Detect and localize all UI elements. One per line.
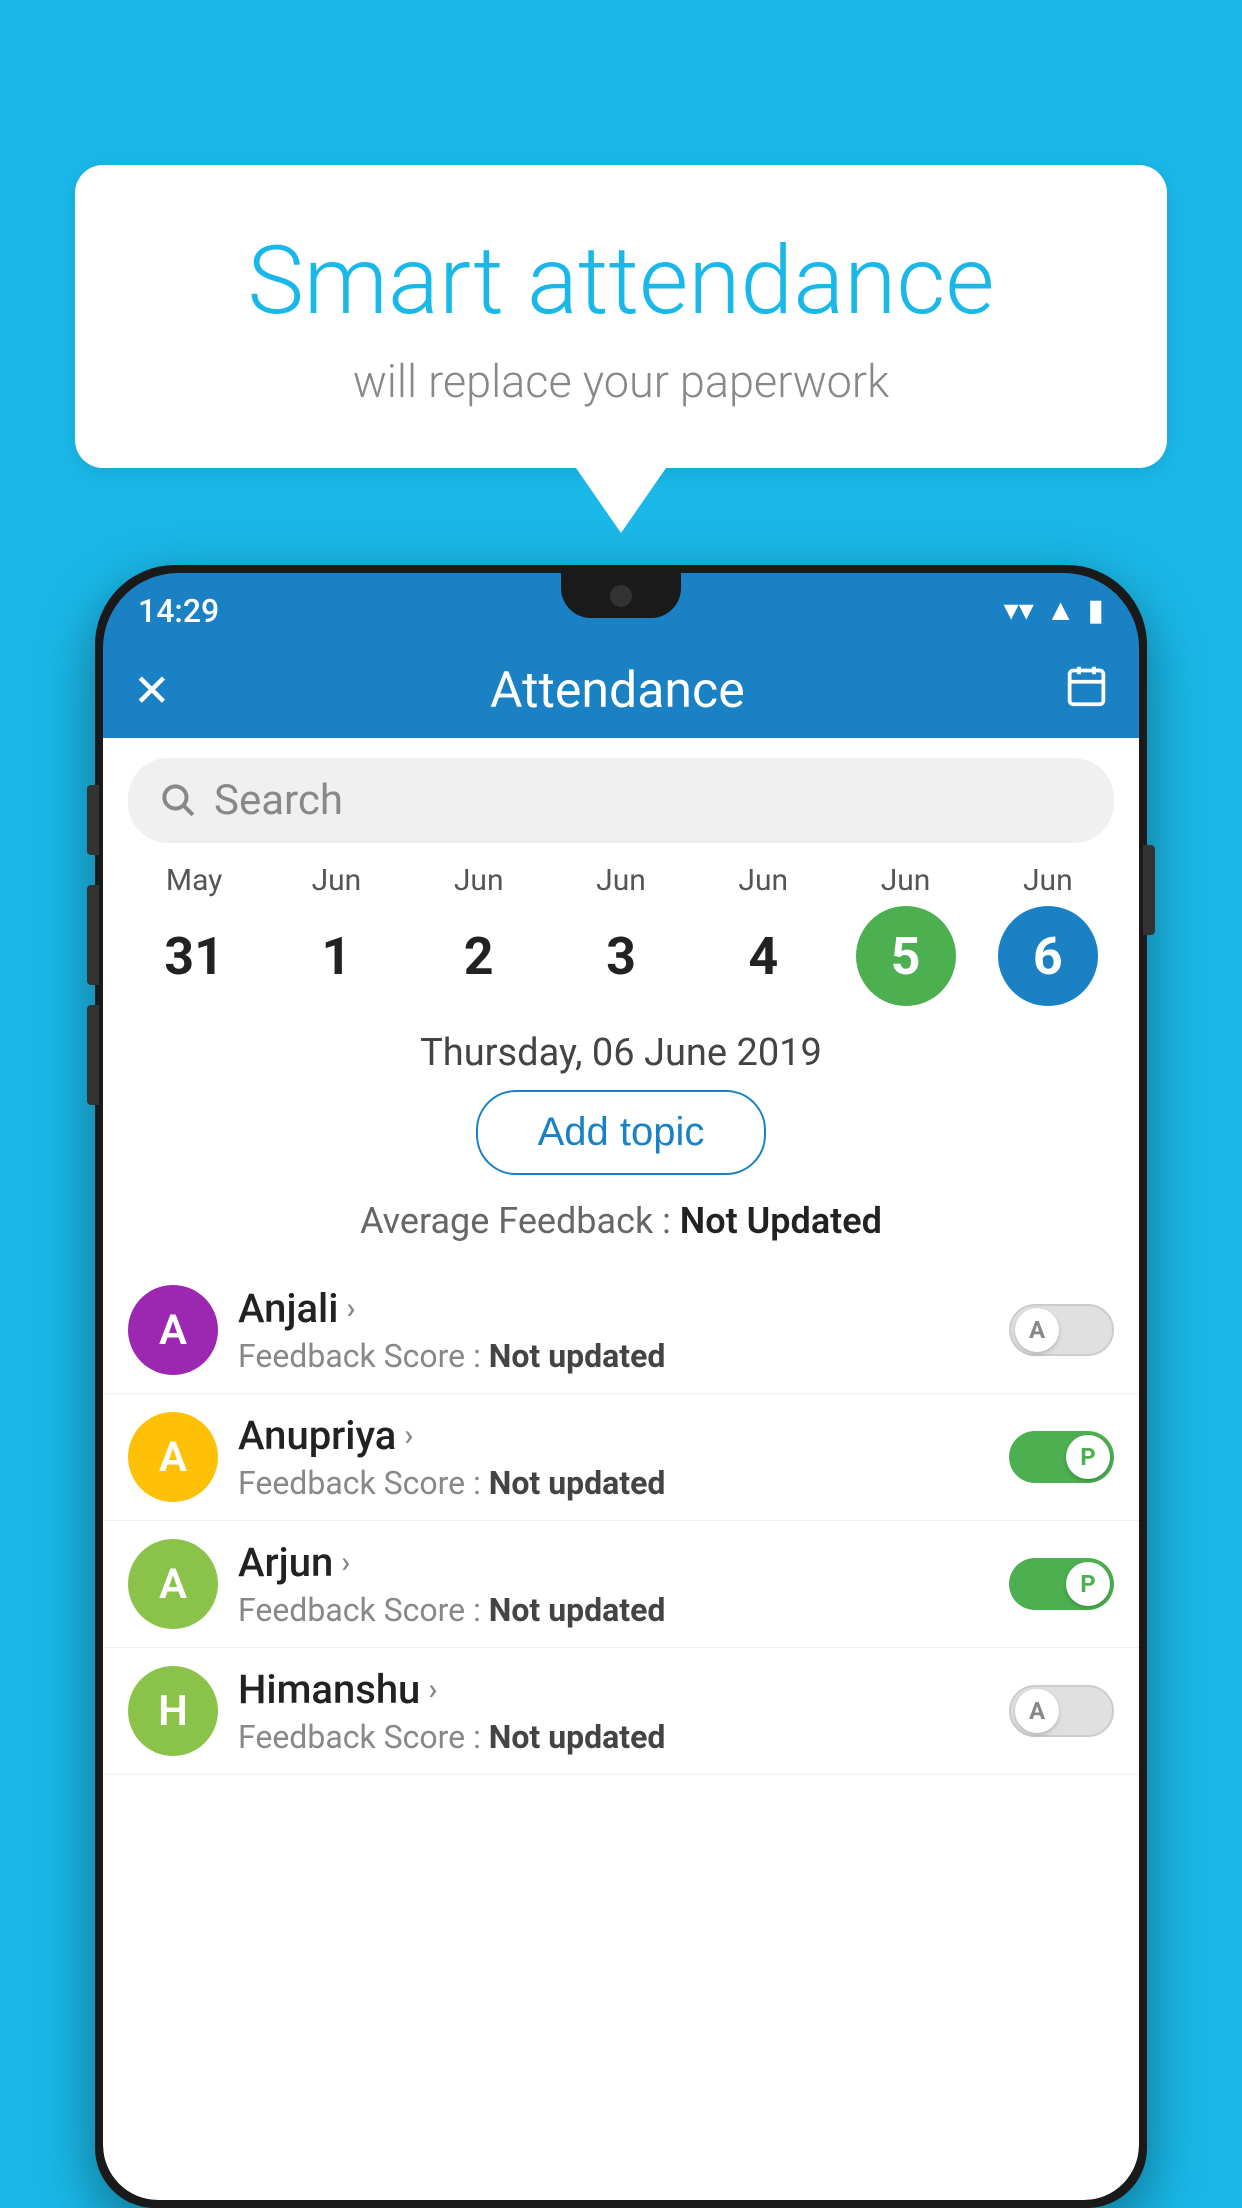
cal-month-label: Jun: [312, 863, 362, 898]
student-row-0[interactable]: AAnjali ›Feedback Score : Not updatedA: [103, 1267, 1139, 1394]
student-name: Anupriya ›: [238, 1412, 1009, 1459]
signal-icon: ▲: [1046, 593, 1076, 628]
notch: [561, 573, 681, 618]
calendar-day-4[interactable]: Jun 4: [703, 863, 823, 1006]
speech-bubble-container: Smart attendance will replace your paper…: [75, 165, 1167, 533]
calendar-strip: May 31 Jun 1 Jun 2 Jun 3 Jun 4 Jun 5 Jun 6: [103, 853, 1139, 1011]
attendance-toggle[interactable]: P: [1009, 1431, 1114, 1483]
search-icon: [158, 780, 196, 822]
battery-icon: ▮: [1087, 593, 1104, 628]
phone-screen: 14:29 ▾▾ ▲ ▮ ✕ Attendance: [103, 573, 1139, 2200]
cal-date-label: 5: [856, 906, 956, 1006]
cal-month-label: Jun: [738, 863, 788, 898]
wifi-icon: ▾▾: [1004, 593, 1034, 628]
add-topic-button[interactable]: Add topic: [476, 1090, 767, 1175]
student-row-1[interactable]: A Anupriya › Feedback Score : Not updatedP: [103, 1394, 1139, 1521]
cal-month-label: Jun: [881, 863, 931, 898]
close-button[interactable]: ✕: [133, 664, 171, 717]
power-button: [1143, 845, 1155, 935]
student-name: Anjali ›: [238, 1285, 1009, 1332]
cal-date-label: 3: [571, 906, 671, 1006]
student-row-2[interactable]: A Arjun › Feedback Score : Not updatedP: [103, 1521, 1139, 1648]
speech-bubble-tail: [576, 468, 666, 533]
avg-feedback-value: Not Updated: [680, 1200, 882, 1242]
volume-down-button: [87, 1005, 99, 1105]
student-feedback: Feedback Score : Not updated: [238, 1337, 1009, 1375]
student-feedback: Feedback Score : Not updated: [238, 1718, 1009, 1756]
calendar-day-5[interactable]: Jun 5: [846, 863, 966, 1006]
bubble-subtitle: will replace your paperwork: [135, 355, 1107, 408]
student-info: Anjali › Feedback Score : Not updated: [238, 1285, 1009, 1375]
student-avatar: A: [128, 1539, 218, 1629]
calendar-day-2[interactable]: Jun 2: [419, 863, 539, 1006]
cal-date-label: 4: [713, 906, 813, 1006]
cal-date-label: 6: [998, 906, 1098, 1006]
attendance-toggle[interactable]: P: [1009, 1558, 1114, 1610]
camera: [610, 585, 632, 607]
calendar-day-3[interactable]: Jun 3: [561, 863, 681, 1006]
student-info: Himanshu › Feedback Score : Not updated: [238, 1666, 1009, 1756]
cal-month-label: Jun: [1023, 863, 1073, 898]
student-avatar: A: [128, 1285, 218, 1375]
app-header: ✕ Attendance: [103, 643, 1139, 738]
student-avatar: A: [128, 1412, 218, 1502]
avg-feedback-prefix: Average Feedback :: [360, 1200, 680, 1242]
student-avatar: H: [128, 1666, 218, 1756]
avg-feedback: Average Feedback : Not Updated: [103, 1190, 1139, 1262]
attendance-toggle[interactable]: A: [1009, 1304, 1114, 1356]
volume-up-button: [87, 885, 99, 985]
student-feedback: Feedback Score : Not updated: [238, 1464, 1009, 1502]
cal-month-label: Jun: [454, 863, 504, 898]
screen-content: Search May 31 Jun 1 Jun 2 Jun 3 Jun 4 Jun 5 Jun 6 Thu…: [103, 738, 1139, 2200]
student-feedback: Feedback Score : Not updated: [238, 1591, 1009, 1629]
cal-date-label: 2: [429, 906, 529, 1006]
student-name: Himanshu ›: [238, 1666, 1009, 1713]
selected-date-label: Thursday, 06 June 2019: [103, 1011, 1139, 1090]
student-info: Anupriya › Feedback Score : Not updated: [238, 1412, 1009, 1502]
bubble-title: Smart attendance: [135, 230, 1107, 335]
search-placeholder: Search: [214, 776, 343, 825]
status-time: 14:29: [138, 592, 219, 630]
calendar-day-1[interactable]: Jun 1: [276, 863, 396, 1006]
speech-bubble: Smart attendance will replace your paper…: [75, 165, 1167, 468]
student-info: Arjun › Feedback Score : Not updated: [238, 1539, 1009, 1629]
cal-month-label: May: [166, 863, 222, 898]
student-row-3[interactable]: H Himanshu › Feedback Score : Not updatedA: [103, 1648, 1139, 1775]
app-title: Attendance: [490, 662, 745, 720]
phone-frame: 14:29 ▾▾ ▲ ▮ ✕ Attendance: [95, 565, 1147, 2208]
students-list: AAnjali ›Feedback Score : Not updatedAAA…: [103, 1262, 1139, 1780]
cal-date-label: 1: [286, 906, 386, 1006]
mute-button: [87, 785, 99, 855]
status-icons: ▾▾ ▲ ▮: [1004, 593, 1104, 628]
calendar-day-6[interactable]: Jun 6: [988, 863, 1108, 1006]
student-name: Arjun ›: [238, 1539, 1009, 1586]
search-bar[interactable]: Search: [128, 758, 1114, 843]
calendar-day-0[interactable]: May 31: [134, 863, 254, 1006]
calendar-icon[interactable]: [1064, 663, 1109, 718]
cal-month-label: Jun: [596, 863, 646, 898]
cal-date-label: 31: [144, 906, 244, 1006]
attendance-toggle[interactable]: A: [1009, 1685, 1114, 1737]
